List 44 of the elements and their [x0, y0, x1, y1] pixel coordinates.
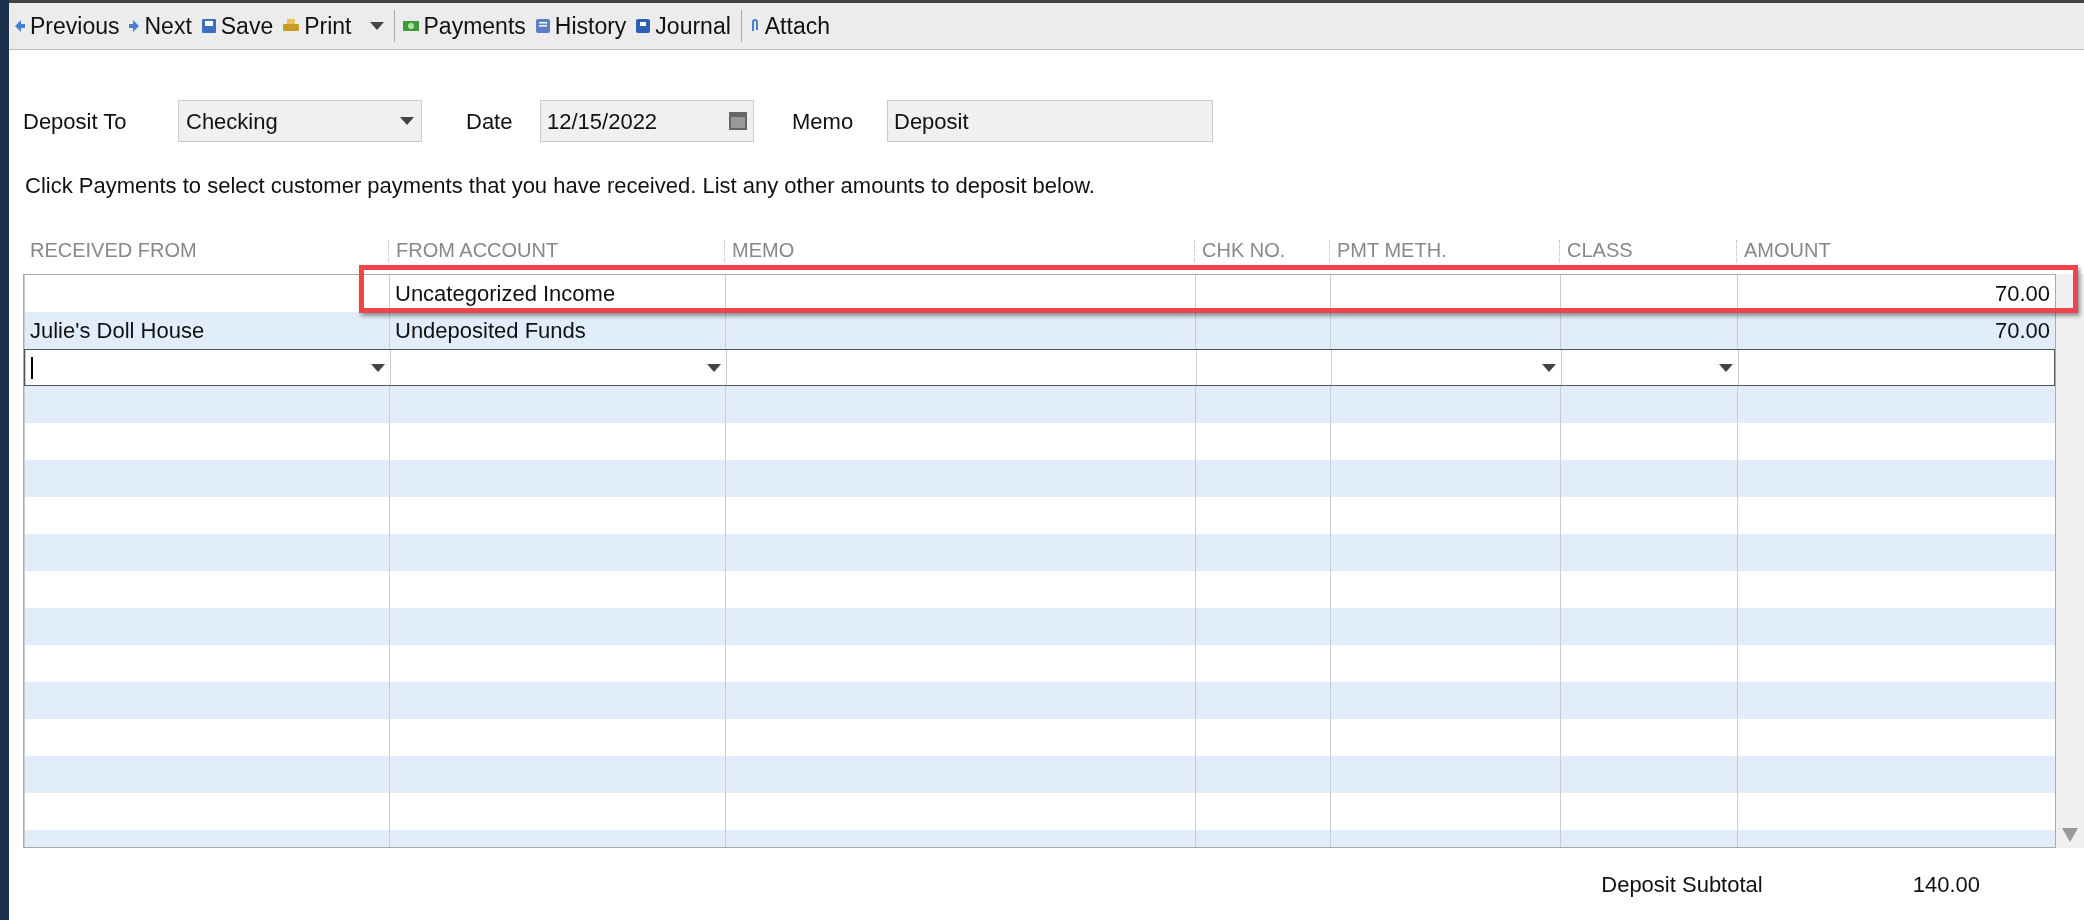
column-header[interactable]: RECEIVED FROM — [23, 240, 388, 262]
table-row[interactable]: Julie's Doll House Undeposited Funds 70.00 — [24, 312, 2055, 349]
account-dropdown[interactable]: Checking — [178, 100, 422, 142]
column-header[interactable]: MEMO — [724, 240, 1194, 262]
date-field[interactable]: 12/15/2022 — [540, 100, 754, 142]
scrollbar[interactable] — [2056, 274, 2084, 848]
toolbar-button[interactable]: Next — [129, 14, 192, 38]
memo-field[interactable]: Deposit — [887, 100, 1213, 142]
printer-icon — [283, 19, 300, 33]
right-arrow-icon — [129, 20, 140, 32]
text-cursor — [31, 356, 33, 379]
journal-icon — [636, 19, 651, 33]
subtotal-value: 140.00 — [1912, 871, 1980, 899]
field-label: Memo — [792, 107, 855, 136]
instruction-text: Click Payments to select customer payments that you have received. List any other amounts to deposit below. — [24, 172, 1096, 200]
scroll-down-arrow-icon[interactable] — [2062, 828, 2078, 842]
table-cell[interactable]: 70.00 — [1737, 275, 2055, 312]
column-header[interactable]: CLASS — [1559, 240, 1736, 262]
field-label: Deposit To — [23, 107, 128, 136]
toolbar-button[interactable]: Previous — [15, 14, 120, 38]
toolbar-button[interactable]: Save — [201, 14, 274, 38]
toolbar-button[interactable]: Payments — [402, 14, 526, 38]
toolbar-button[interactable]: Attach — [749, 14, 830, 38]
book-icon — [535, 19, 550, 33]
left-arrow-icon — [15, 20, 25, 32]
field-label: Date — [466, 107, 514, 136]
dropdown-caret-icon[interactable] — [707, 363, 721, 372]
paperclip-icon — [749, 19, 760, 33]
dropdown-caret-icon[interactable] — [1719, 363, 1733, 372]
calendar-icon[interactable] — [729, 112, 747, 130]
dropdown-caret-icon[interactable] — [369, 22, 384, 30]
dropdown-caret-icon[interactable] — [400, 117, 414, 125]
column-header[interactable]: CHK NO. — [1194, 240, 1329, 262]
dropdown-caret-icon[interactable] — [371, 363, 385, 372]
toolbar-button[interactable]: History — [535, 14, 627, 38]
money-icon — [402, 19, 419, 33]
toolbar-button[interactable]: Print — [283, 14, 352, 38]
dropdown-caret-icon[interactable] — [1542, 363, 1556, 372]
column-header[interactable]: PMT METH. — [1329, 240, 1559, 262]
subtotal-label: Deposit Subtotal — [1601, 871, 1763, 899]
table-cell[interactable]: Uncategorized Income — [389, 275, 725, 312]
toolbar-button[interactable]: Journal — [636, 14, 731, 38]
column-header[interactable]: AMOUNT — [1736, 240, 2056, 262]
column-header[interactable]: FROM ACCOUNT — [388, 240, 724, 262]
